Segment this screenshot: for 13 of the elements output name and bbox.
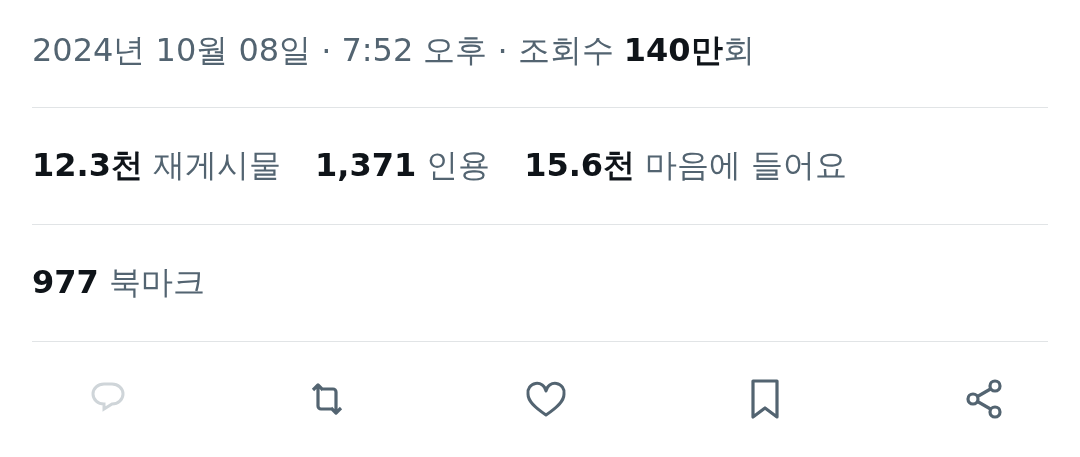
post-time: 7:52 오후 [341,29,488,71]
separator-dot: · [321,31,332,70]
view-count: 조회수 140만회 [517,29,755,71]
stat-label: 재게시물 [152,145,281,186]
post-date: 2024년 10월 08일 [32,29,312,71]
separator-dot: · [497,31,508,70]
stat-label: 마음에 들어요 [645,145,848,186]
stat-label: 북마크 [108,262,205,303]
stat-count: 977 [32,263,99,301]
stat-count: 15.6천 [524,145,636,186]
stat-count: 12.3천 [32,145,143,186]
stat-count: 1,371 [314,146,417,184]
stat-label: 인용 [426,145,491,186]
